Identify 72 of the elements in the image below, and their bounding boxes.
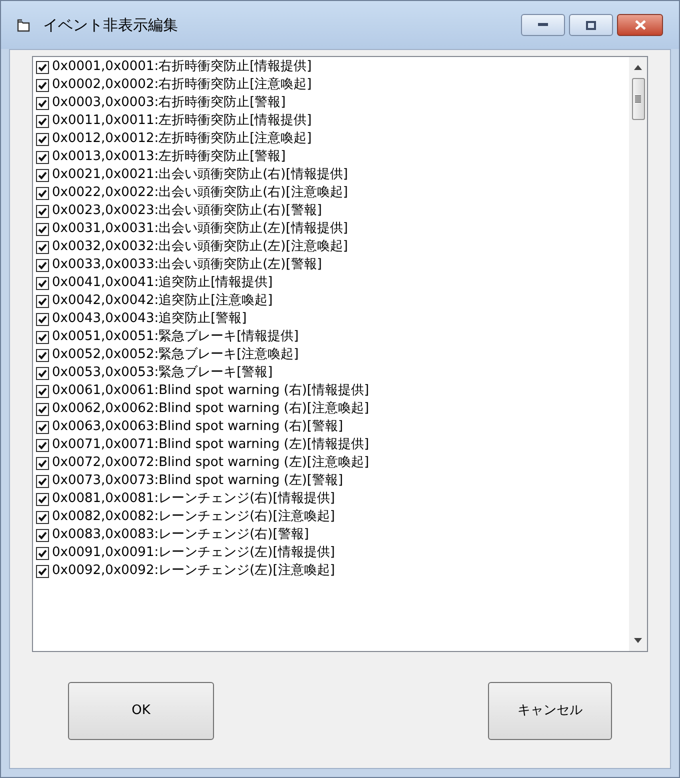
item-label: 0x0003,0x0003:右折時衝突防止[警報] — [52, 95, 286, 111]
checkbox[interactable] — [36, 186, 49, 200]
item-label: 0x0011,0x0011:左折時衝突防止[情報提供] — [52, 113, 312, 129]
item-label: 0x0013,0x0013:左折時衝突防止[警報] — [52, 149, 286, 165]
checkbox[interactable] — [36, 330, 49, 344]
scroll-down-icon[interactable] — [634, 638, 642, 643]
close-button[interactable] — [617, 14, 663, 36]
item-label: 0x0052,0x0052:緊急ブレーキ[注意喚起] — [52, 347, 299, 363]
maximize-icon — [586, 20, 596, 30]
checkbox[interactable] — [36, 240, 49, 254]
checkbox[interactable] — [36, 510, 49, 524]
item-label: 0x0051,0x0051:緊急ブレーキ[情報提供] — [52, 329, 299, 345]
maximize-button[interactable] — [569, 14, 613, 36]
item-label: 0x0073,0x0073:Blind spot warning (左)[警報] — [52, 473, 344, 489]
checkbox[interactable] — [36, 132, 49, 146]
checkbox[interactable] — [36, 168, 49, 182]
item-label: 0x0092,0x0092:レーンチェンジ(左)[注意喚起] — [52, 563, 335, 579]
item-label: 0x0012,0x0012:左折時衝突防止[注意喚起] — [52, 131, 312, 147]
checkbox[interactable] — [36, 60, 49, 74]
checkbox[interactable] — [36, 420, 49, 434]
item-label: 0x0071,0x0071:Blind spot warning (左)[情報提供] — [52, 437, 370, 453]
minimize-icon — [538, 23, 548, 27]
checkbox[interactable] — [36, 78, 49, 92]
item-label: 0x0022,0x0022:出会い頭衝突防止(右)[注意喚起] — [52, 185, 348, 201]
checkbox[interactable] — [36, 96, 49, 110]
checkbox[interactable] — [36, 474, 49, 488]
item-label: 0x0083,0x0083:レーンチェンジ(右)[警報] — [52, 527, 309, 543]
checkbox[interactable] — [36, 402, 49, 416]
item-label: 0x0032,0x0032:出会い頭衝突防止(左)[注意喚起] — [52, 239, 348, 255]
item-label: 0x0061,0x0061:Blind spot warning (右)[情報提供] — [52, 383, 370, 399]
item-label: 0x0091,0x0091:レーンチェンジ(左)[情報提供] — [52, 545, 335, 561]
item-label: 0x0081,0x0081:レーンチェンジ(右)[情報提供] — [52, 491, 335, 507]
checkbox[interactable] — [36, 438, 49, 452]
checkbox[interactable] — [36, 366, 49, 380]
checkbox[interactable] — [36, 546, 49, 560]
checkbox[interactable] — [36, 204, 49, 218]
scroll-thumb[interactable] — [632, 78, 644, 120]
window-icon — [17, 18, 31, 32]
scrollbar[interactable] — [629, 57, 647, 651]
checkbox[interactable] — [36, 348, 49, 362]
item-label: 0x0041,0x0041:追突防止[情報提供] — [52, 275, 273, 291]
ok-button[interactable]: OK — [68, 682, 214, 740]
checkbox[interactable] — [36, 312, 49, 326]
item-label: 0x0082,0x0082:レーンチェンジ(右)[注意喚起] — [52, 509, 335, 525]
checkbox[interactable] — [36, 564, 49, 578]
item-label: 0x0002,0x0002:右折時衝突防止[注意喚起] — [52, 77, 312, 93]
window-title: イベント非表示編集 — [43, 14, 178, 36]
checkbox[interactable] — [36, 222, 49, 236]
checkbox[interactable] — [36, 150, 49, 164]
item-label: 0x0053,0x0053:緊急ブレーキ[警報] — [52, 365, 273, 381]
close-icon — [634, 20, 646, 30]
checkbox[interactable] — [36, 276, 49, 290]
item-label: 0x0072,0x0072:Blind spot warning (左)[注意喚起] — [52, 455, 370, 471]
scroll-up-icon[interactable] — [634, 65, 642, 70]
minimize-button[interactable] — [521, 14, 565, 36]
item-label: 0x0021,0x0021:出会い頭衝突防止(右)[情報提供] — [52, 167, 348, 183]
item-label: 0x0043,0x0043:追突防止[警報] — [52, 311, 247, 327]
item-label: 0x0031,0x0031:出会い頭衝突防止(左)[情報提供] — [52, 221, 348, 237]
item-label: 0x0062,0x0062:Blind spot warning (右)[注意喚起] — [52, 401, 370, 417]
checkbox[interactable] — [36, 528, 49, 542]
item-label: 0x0023,0x0023:出会い頭衝突防止(右)[警報] — [52, 203, 322, 219]
checkbox[interactable] — [36, 294, 49, 308]
checkbox[interactable] — [36, 114, 49, 128]
checkbox[interactable] — [36, 492, 49, 506]
item-label: 0x0042,0x0042:追突防止[注意喚起] — [52, 293, 273, 309]
checkbox[interactable] — [36, 384, 49, 398]
item-label: 0x0001,0x0001:右折時衝突防止[情報提供] — [52, 59, 312, 75]
checkbox[interactable] — [36, 258, 49, 272]
cancel-button[interactable]: キャンセル — [488, 682, 612, 740]
item-label: 0x0033,0x0033:出会い頭衝突防止(左)[警報] — [52, 257, 322, 273]
checkbox[interactable] — [36, 456, 49, 470]
item-label: 0x0063,0x0063:Blind spot warning (右)[警報] — [52, 419, 344, 435]
